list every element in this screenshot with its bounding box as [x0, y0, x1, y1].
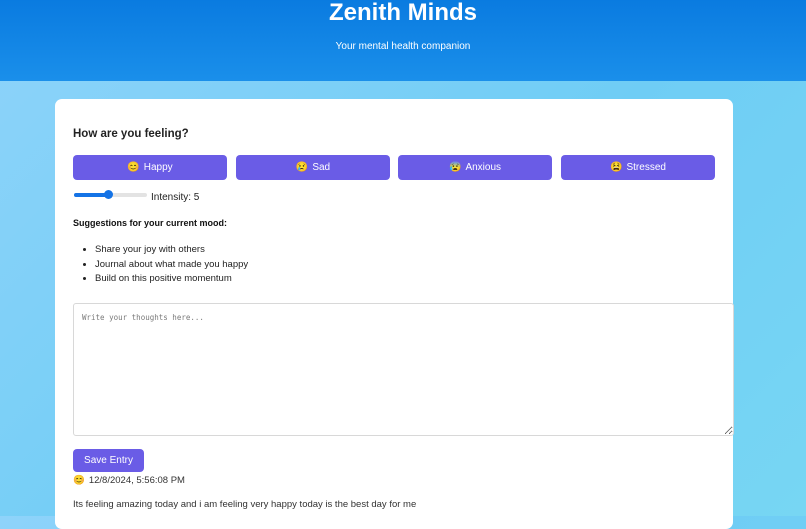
save-entry-button[interactable]: Save Entry	[73, 449, 144, 472]
entry-meta: 😊 12/8/2024, 5:56:08 PM	[73, 475, 185, 486]
entry-timestamp: 12/8/2024, 5:56:08 PM	[88, 475, 185, 486]
entry-text: Its feeling amazing today and i am feeli…	[73, 499, 417, 510]
suggestion-item: Share your joy with others	[95, 243, 248, 258]
mood-button-label: Anxious	[465, 162, 502, 173]
mood-button-label: Stressed	[626, 162, 666, 173]
sad-emoji-icon: 😢	[295, 162, 309, 173]
mood-question: How are you feeling?	[73, 128, 189, 140]
app-subtitle: Your mental health companion	[335, 41, 471, 52]
app-title: Zenith Minds	[329, 0, 477, 26]
entry-mood-emoji-icon: 😊	[73, 475, 85, 486]
happy-emoji-icon: 😊	[127, 162, 140, 173]
mood-button-label: Happy	[143, 162, 173, 173]
suggestion-item: Build on this positive momentum	[95, 272, 248, 287]
anxious-emoji-icon: 😰	[448, 162, 462, 173]
suggestion-item: Journal about what made you happy	[95, 258, 248, 273]
journal-textarea[interactable]	[73, 303, 734, 436]
mood-button-anxious[interactable]: 😰 Anxious	[398, 155, 552, 180]
app-header: Zenith Minds Your mental health companio…	[0, 0, 806, 81]
slider-thumb[interactable]	[104, 190, 113, 199]
mood-button-stressed[interactable]: 😫 Stressed	[561, 155, 715, 180]
slider-fill	[74, 193, 108, 197]
suggestion-list: Share your joy with others Journal about…	[73, 243, 248, 287]
suggestions-title: Suggestions for your current mood:	[73, 218, 228, 228]
intensity-label: Intensity: 5	[151, 192, 200, 203]
mood-button-happy[interactable]: 😊 Happy	[73, 155, 227, 180]
stressed-emoji-icon: 😫	[610, 162, 623, 173]
mood-button-label: Sad	[312, 162, 331, 173]
intensity-slider[interactable]	[74, 190, 147, 200]
mood-card: How are you feeling? 😊 Happy 😢 Sad 😰 Anx…	[55, 99, 734, 529]
mood-button-sad[interactable]: 😢 Sad	[236, 155, 390, 180]
